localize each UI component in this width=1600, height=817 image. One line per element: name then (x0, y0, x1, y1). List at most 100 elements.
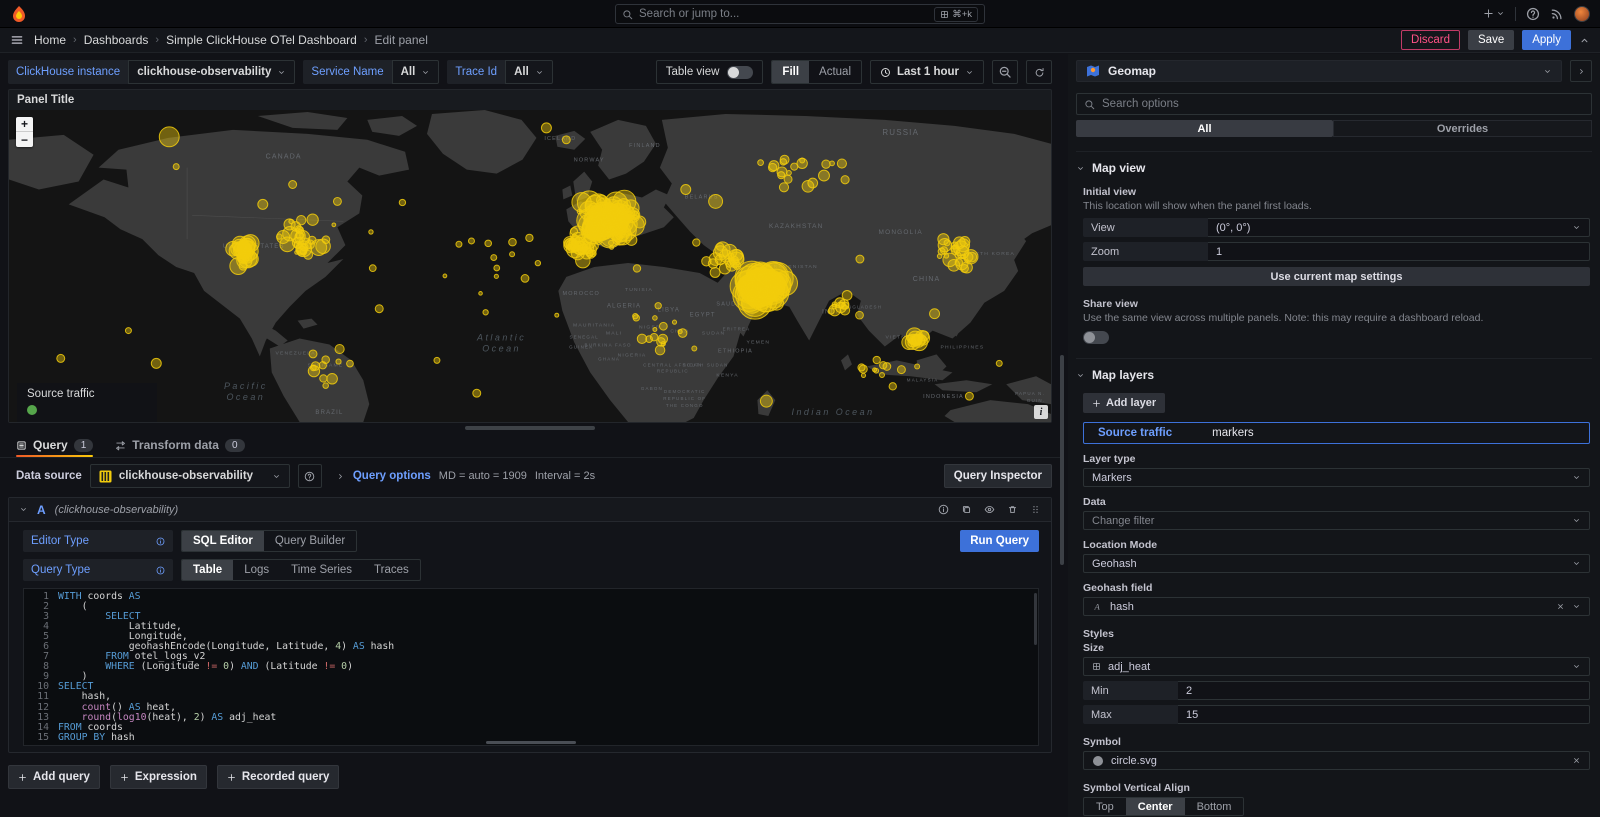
traffic-marker[interactable] (653, 328, 657, 332)
traffic-marker[interactable] (468, 238, 474, 244)
traffic-marker[interactable] (541, 123, 551, 133)
traffic-marker[interactable] (319, 362, 326, 369)
traffic-marker[interactable] (309, 350, 317, 358)
size-field-select[interactable]: adj_heat (1083, 657, 1590, 676)
traffic-marker[interactable] (633, 313, 638, 318)
traffic-marker[interactable] (681, 185, 691, 195)
traffic-marker[interactable] (173, 164, 179, 170)
traffic-marker[interactable] (819, 170, 830, 181)
traffic-marker[interactable] (769, 161, 779, 171)
traffic-marker[interactable] (930, 309, 940, 319)
variable-value-dropdown[interactable]: All (392, 60, 440, 84)
traffic-marker[interactable] (873, 356, 880, 363)
traffic-marker[interactable] (659, 322, 667, 330)
traffic-marker[interactable] (443, 274, 447, 278)
location-mode-select[interactable]: Geohash (1083, 554, 1590, 573)
traffic-marker[interactable] (277, 234, 282, 239)
traffic-marker[interactable] (485, 240, 492, 247)
share-view-toggle[interactable] (1083, 331, 1109, 344)
traffic-marker[interactable] (159, 127, 179, 147)
geomap-canvas[interactable]: RUSSIACANADAUNITED STATESKAZAKHSTANMONGO… (9, 110, 1051, 422)
map-zoom-in-button[interactable]: + (16, 117, 33, 132)
view-field-select[interactable]: (0°, 0°) (1208, 218, 1590, 237)
map-attribution-button[interactable]: i (1034, 405, 1048, 419)
traffic-marker[interactable] (822, 160, 830, 168)
fill-option[interactable]: Fill (772, 61, 809, 83)
traffic-marker[interactable] (456, 241, 462, 247)
traffic-marker[interactable] (479, 292, 483, 296)
traffic-marker[interactable] (633, 265, 640, 272)
traffic-marker[interactable] (787, 171, 792, 176)
traffic-marker[interactable] (610, 245, 614, 249)
drag-query-icon[interactable] (1030, 504, 1041, 515)
traffic-marker[interactable] (908, 339, 916, 347)
options-search[interactable] (1076, 93, 1592, 115)
layer-type-select[interactable]: Markers (1083, 468, 1590, 487)
traffic-marker[interactable] (473, 389, 481, 397)
traffic-marker[interactable] (595, 238, 602, 245)
traffic-marker[interactable] (258, 199, 268, 209)
valign-top-option[interactable]: Top (1084, 798, 1126, 815)
traffic-marker[interactable] (151, 358, 161, 368)
traffic-marker[interactable] (880, 373, 885, 378)
query-row-header[interactable]: A (clickhouse-observability) (9, 498, 1051, 522)
traffic-marker[interactable] (332, 223, 336, 227)
clear-icon[interactable] (1556, 602, 1565, 611)
search-input[interactable]: Search or jump to... ⌘+k (615, 4, 985, 24)
discard-button[interactable]: Discard (1401, 30, 1460, 50)
traffic-marker[interactable] (996, 360, 1002, 366)
traffic-marker[interactable] (897, 366, 905, 374)
traffic-marker[interactable] (526, 234, 533, 241)
datasource-help-button[interactable] (298, 464, 322, 488)
user-avatar[interactable] (1574, 6, 1590, 22)
traffic-marker[interactable] (915, 330, 930, 345)
traffic-marker[interactable] (626, 235, 637, 246)
traffic-marker[interactable] (434, 357, 440, 363)
traffic-marker[interactable] (760, 395, 772, 407)
map-view-section-header[interactable]: Map view (1076, 161, 1592, 175)
traffic-marker[interactable] (637, 334, 646, 343)
traffic-marker[interactable] (369, 230, 373, 234)
datasource-picker[interactable]: clickhouse-observability (90, 464, 290, 488)
news-icon[interactable] (1550, 7, 1564, 21)
traffic-marker[interactable] (791, 163, 798, 170)
variable-value-dropdown[interactable]: All (505, 60, 553, 84)
traffic-marker[interactable] (728, 250, 744, 266)
traffic-marker[interactable] (307, 214, 318, 225)
map-zoom-out-button[interactable]: − (16, 132, 33, 147)
traffic-marker[interactable] (856, 311, 864, 319)
traffic-marker[interactable] (839, 299, 849, 309)
traffic-marker[interactable] (369, 265, 376, 272)
traffic-marker[interactable] (297, 216, 306, 225)
visualization-picker[interactable]: Geomap (1076, 60, 1562, 82)
traffic-marker[interactable] (837, 159, 846, 168)
traffic-marker[interactable] (937, 254, 942, 259)
traffic-marker[interactable] (335, 344, 344, 353)
traffic-marker[interactable] (842, 290, 852, 300)
traffic-marker[interactable] (237, 240, 255, 257)
variable-value-dropdown[interactable]: clickhouse-observability (128, 60, 295, 84)
traffic-marker[interactable] (323, 383, 329, 389)
layer-item-source-traffic[interactable]: Source traffic markers (1083, 422, 1590, 444)
query-type-logs[interactable]: Logs (233, 560, 280, 580)
add-layer-button[interactable]: Add layer (1083, 393, 1165, 413)
options-search-input[interactable] (1102, 98, 1584, 110)
hide-query-icon[interactable] (984, 504, 995, 515)
query-type-table[interactable]: Table (182, 560, 233, 580)
collapse-options-icon[interactable] (1579, 35, 1590, 46)
traffic-marker[interactable] (634, 216, 646, 228)
valign-center-option[interactable]: Center (1126, 798, 1185, 815)
traffic-marker[interactable] (483, 310, 488, 315)
traffic-marker[interactable] (586, 250, 593, 257)
traffic-marker[interactable] (784, 175, 792, 183)
grafana-logo-icon[interactable] (10, 5, 28, 23)
code-scrollbar[interactable] (1034, 593, 1037, 645)
actual-option[interactable]: Actual (809, 61, 861, 83)
options-tab-overrides[interactable]: Overrides (1333, 120, 1592, 137)
traffic-marker[interactable] (535, 260, 540, 265)
traffic-marker[interactable] (619, 235, 623, 239)
tab-transform-data[interactable]: Transform data 0 (115, 438, 244, 457)
traffic-marker[interactable] (802, 180, 814, 192)
traffic-marker[interactable] (320, 375, 327, 382)
geohash-field-select[interactable]: A hash (1083, 597, 1590, 616)
